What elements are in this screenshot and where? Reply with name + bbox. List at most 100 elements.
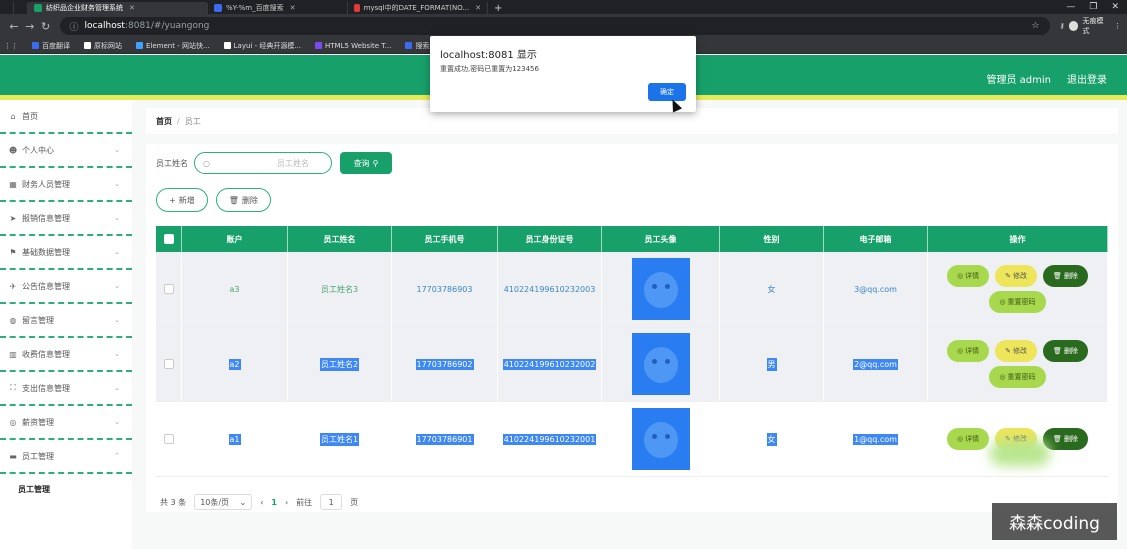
sidebar-item-label: 留言管理 bbox=[22, 315, 54, 325]
cell-name: 员工姓名2 bbox=[288, 327, 392, 401]
menu-icon[interactable]: ⋮ bbox=[1114, 22, 1121, 30]
sidebar: ⌂ 首页 ☻ 个人中心 ⌄ ▦ 财务人员管理 ⌄ ➤ 报销信息管理 ⌄ ⚑ 基础数据管理 ⌄ ✈ 公告信息管理… bbox=[0, 100, 132, 549]
sidebar-item[interactable]: ☻ 个人中心 ⌄ bbox=[0, 134, 132, 168]
cell-idcard-text: 410224199610232001 bbox=[502, 433, 597, 445]
plane-icon: ✈ bbox=[9, 281, 17, 291]
sidebar-item[interactable]: ▥ 收费信息管理 ⌄ bbox=[0, 338, 132, 372]
new-tab-icon[interactable]: + bbox=[488, 3, 508, 14]
reload-icon[interactable]: ↻ bbox=[38, 20, 54, 33]
employee-avatar bbox=[631, 333, 690, 395]
select-all-checkbox[interactable] bbox=[163, 234, 174, 244]
avatar-face bbox=[643, 272, 678, 308]
reset-password-button[interactable]: ◎ 重置密码 bbox=[989, 291, 1046, 313]
bookmark-star-icon[interactable]: ☆ bbox=[1031, 21, 1039, 31]
chevron-down-icon: ⌄ bbox=[114, 418, 120, 426]
minimize-icon[interactable]: — bbox=[1066, 2, 1075, 12]
tab-close-icon[interactable]: ✕ bbox=[290, 4, 296, 12]
delete-button[interactable]: 🗑 删除 bbox=[1043, 340, 1088, 362]
sidebar-item[interactable]: ⚑ 基础数据管理 ⌄ bbox=[0, 236, 132, 270]
sidebar-item[interactable]: ◎ 薪资管理 ⌄ bbox=[0, 406, 132, 440]
detail-button[interactable]: ◎ 详情 bbox=[947, 340, 990, 362]
sidebar-item[interactable]: ✈ 公告信息管理 ⌄ bbox=[0, 270, 132, 304]
forward-icon[interactable]: → bbox=[22, 20, 38, 33]
chevron-down-icon: ⌄ bbox=[114, 248, 120, 256]
watermark: 森森coding bbox=[992, 503, 1117, 540]
sidebar-item-label: 公告信息管理 bbox=[22, 281, 70, 291]
restore-icon[interactable]: ❐ bbox=[1089, 2, 1097, 12]
bookmark-item[interactable]: HTML5 Website T... bbox=[315, 42, 391, 50]
detail-button[interactable]: ◎ 详情 bbox=[947, 265, 990, 287]
edit-button[interactable]: ✎ 修改 bbox=[995, 340, 1038, 362]
sidebar-item[interactable]: ◍ 留言管理 ⌄ bbox=[0, 304, 132, 338]
sidebar-item[interactable]: ▬ 员工管理 ⌃ bbox=[0, 440, 132, 474]
sidebar-item-label: 收费信息管理 bbox=[22, 349, 70, 359]
avatar-face bbox=[643, 347, 678, 383]
delete-icon: 🗑 bbox=[1053, 272, 1062, 280]
tab-close-icon[interactable]: ✕ bbox=[475, 4, 481, 12]
prev-page-button[interactable]: ‹ bbox=[260, 498, 263, 507]
page-size-select[interactable]: 10条/页 ⌄ bbox=[194, 494, 253, 510]
address-bar: ← → ↻ ⓘ localhost:8081/#/yuangong ☆ ⚷ 无痕… bbox=[0, 14, 1127, 38]
operation-buttons: ◎ 详情 ✎ 修改 🗑 删除 bbox=[947, 340, 1088, 362]
goto-page-input[interactable]: 1 bbox=[320, 494, 343, 510]
batch-delete-button[interactable]: 🗑 删除 bbox=[215, 188, 271, 212]
pagination-total: 共 3 条 bbox=[160, 497, 187, 507]
sidebar-item-label: 个人中心 bbox=[22, 145, 54, 155]
bookmark-item[interactable]: 原标网站 bbox=[84, 41, 122, 51]
browser-tab[interactable]: mysql中的DATE_FORMAT(NO... ✕ bbox=[348, 2, 488, 14]
alert-ok-button[interactable]: 确定 bbox=[648, 83, 686, 101]
profile-button[interactable]: ⚷ 无痕模式 ⋮ bbox=[1060, 16, 1122, 36]
reset-password-label: 重置密码 bbox=[1007, 298, 1036, 306]
browser-tab[interactable]: %Y-%m_百度搜索 ✕ bbox=[208, 2, 348, 14]
reset-password-button[interactable]: ◎ 重置密码 bbox=[989, 366, 1046, 388]
employee-avatar bbox=[631, 408, 690, 470]
row-checkbox[interactable] bbox=[163, 284, 174, 294]
logout-link[interactable]: 退出登录 bbox=[1067, 71, 1107, 86]
browser-tab[interactable] bbox=[0, 2, 14, 14]
current-page[interactable]: 1 bbox=[271, 498, 277, 507]
cell-name: 员工姓名1 bbox=[288, 402, 392, 476]
apps-icon[interactable]: ⋮⋮ bbox=[4, 42, 18, 50]
next-page-button[interactable]: › bbox=[285, 498, 288, 507]
delete-button[interactable]: 🗑 删除 bbox=[1043, 428, 1088, 450]
breadcrumb-home[interactable]: 首页 bbox=[156, 116, 172, 127]
tab-close-icon[interactable]: ✕ bbox=[129, 4, 135, 12]
sidebar-item[interactable]: ⌂ 首页 bbox=[0, 100, 132, 134]
search-input[interactable]: ○ 员工姓名 bbox=[194, 152, 332, 174]
cell-name-text: 员工姓名2 bbox=[319, 357, 360, 371]
sidebar-item[interactable]: ⛶ 支出信息管理 ⌄ bbox=[0, 372, 132, 406]
table-row: a1 员工姓名1 17703786901 410224199610232001 女 1@q… bbox=[156, 402, 1108, 477]
sidebar-sub-item-employee[interactable]: 员工管理 bbox=[0, 474, 132, 504]
edit-button[interactable]: ✎ 修改 bbox=[995, 265, 1038, 287]
cell-gender: 男 bbox=[720, 327, 824, 401]
home-icon: ⌂ bbox=[10, 111, 16, 121]
search-button[interactable]: 查询 ⚲ bbox=[340, 152, 392, 174]
back-icon[interactable]: ← bbox=[6, 20, 22, 33]
bookmark-item[interactable]: Element - 网站快... bbox=[136, 41, 210, 51]
page-suffix: 页 bbox=[350, 497, 359, 507]
bookmark-favicon-icon bbox=[84, 42, 91, 49]
column-header: 性别 bbox=[720, 226, 824, 252]
send-icon: ➤ bbox=[9, 213, 17, 223]
mic-icon: ◍ bbox=[9, 315, 17, 325]
row-checkbox[interactable] bbox=[163, 359, 174, 369]
bookmark-item[interactable]: Layui - 经典开源模... bbox=[223, 41, 301, 51]
cell-account: a3 bbox=[182, 252, 288, 326]
row-checkbox[interactable] bbox=[163, 434, 174, 444]
bookmark-favicon-icon bbox=[405, 42, 413, 49]
detail-icon: ◎ bbox=[957, 435, 964, 443]
browser-tab[interactable] bbox=[14, 2, 28, 14]
column-header: 员工头像 bbox=[602, 226, 720, 252]
url-input[interactable]: ⓘ localhost:8081/#/yuangong ☆ bbox=[59, 17, 1050, 35]
close-window-icon[interactable]: ✕ bbox=[1111, 2, 1119, 12]
bookmark-item[interactable]: 百度翻译 bbox=[32, 41, 70, 51]
cell-account-text: a2 bbox=[228, 358, 241, 370]
sidebar-item[interactable]: ▦ 财务人员管理 ⌄ bbox=[0, 168, 132, 202]
reset-icon: ◎ bbox=[999, 298, 1006, 306]
detail-button[interactable]: ◎ 详情 bbox=[947, 428, 990, 450]
add-button[interactable]: + 新增 bbox=[156, 188, 208, 212]
delete-button[interactable]: 🗑 删除 bbox=[1043, 265, 1088, 287]
sidebar-item[interactable]: ➤ 报销信息管理 ⌄ bbox=[0, 202, 132, 236]
browser-tab[interactable]: 纺织品企业财务管理系统 ✕ bbox=[28, 2, 208, 14]
cell-account-text: a1 bbox=[228, 433, 241, 445]
